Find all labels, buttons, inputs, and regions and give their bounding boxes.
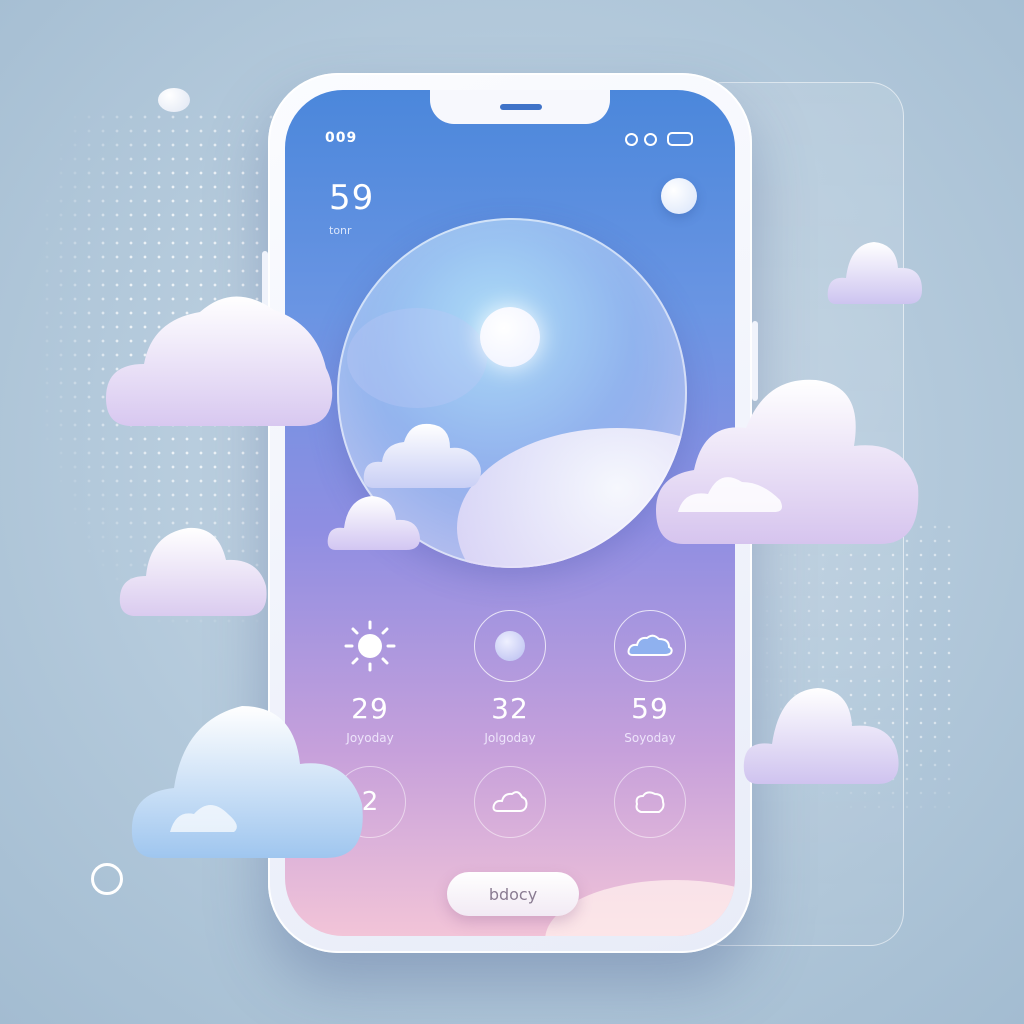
forecast-temp: 59 <box>631 692 669 725</box>
forecast-item-5[interactable] <box>455 766 565 838</box>
profile-button[interactable] <box>661 178 697 214</box>
speaker-bar <box>500 104 542 110</box>
cloud-decoration-left-bottom <box>131 706 363 858</box>
forecast-icon-ring <box>474 766 546 838</box>
forecast-temp: 32 <box>491 692 529 725</box>
forecast-day-3[interactable]: 59 Soyoday <box>595 610 705 745</box>
forecast-day-label: Soyoday <box>624 731 676 745</box>
cloud-icon <box>627 634 673 656</box>
forecast-day-2[interactable]: 32 Jolgoday <box>455 610 565 745</box>
forecast-row-2: 2 <box>315 766 705 838</box>
forecast-item-6[interactable] <box>595 766 705 838</box>
status-icons-right <box>625 132 693 146</box>
cloud-decoration-right-large <box>656 379 919 544</box>
current-temperature: 59 <box>329 178 375 218</box>
location-label: tonr <box>329 224 352 237</box>
sun-icon <box>344 620 396 672</box>
ring-decoration <box>91 863 123 895</box>
cloud-decoration-left-top <box>106 296 333 426</box>
action-button[interactable]: bdocy <box>447 872 579 916</box>
cloud-decoration-center <box>327 496 420 550</box>
cloud-icon <box>363 423 481 488</box>
cloud-decoration-right-bottom <box>743 688 899 784</box>
forecast-icon-ring <box>334 610 406 682</box>
cloud-outline-icon <box>635 791 665 813</box>
signal-icon <box>625 132 638 146</box>
status-icons-left: 009 <box>325 130 358 146</box>
floating-orb <box>158 88 190 112</box>
circle-icon <box>495 631 525 661</box>
forecast-row: 29 Joyoday 32 Jolgoday 59 Soyoday <box>315 610 705 745</box>
forecast-icon-ring <box>614 766 686 838</box>
forecast-day-label: Jolgoday <box>484 731 536 745</box>
sun-icon <box>480 307 540 367</box>
battery-icon <box>667 132 693 146</box>
forecast-icon-ring <box>474 610 546 682</box>
cloud-outline-icon <box>492 791 528 812</box>
orb-cloud-hill <box>457 428 687 568</box>
notch <box>430 90 610 124</box>
cloud-decoration-right-top <box>827 242 922 304</box>
orb-haze <box>347 308 487 408</box>
forecast-icon-ring <box>614 610 686 682</box>
cloud-decoration-left-mid <box>119 527 267 616</box>
wifi-icon <box>644 132 657 146</box>
